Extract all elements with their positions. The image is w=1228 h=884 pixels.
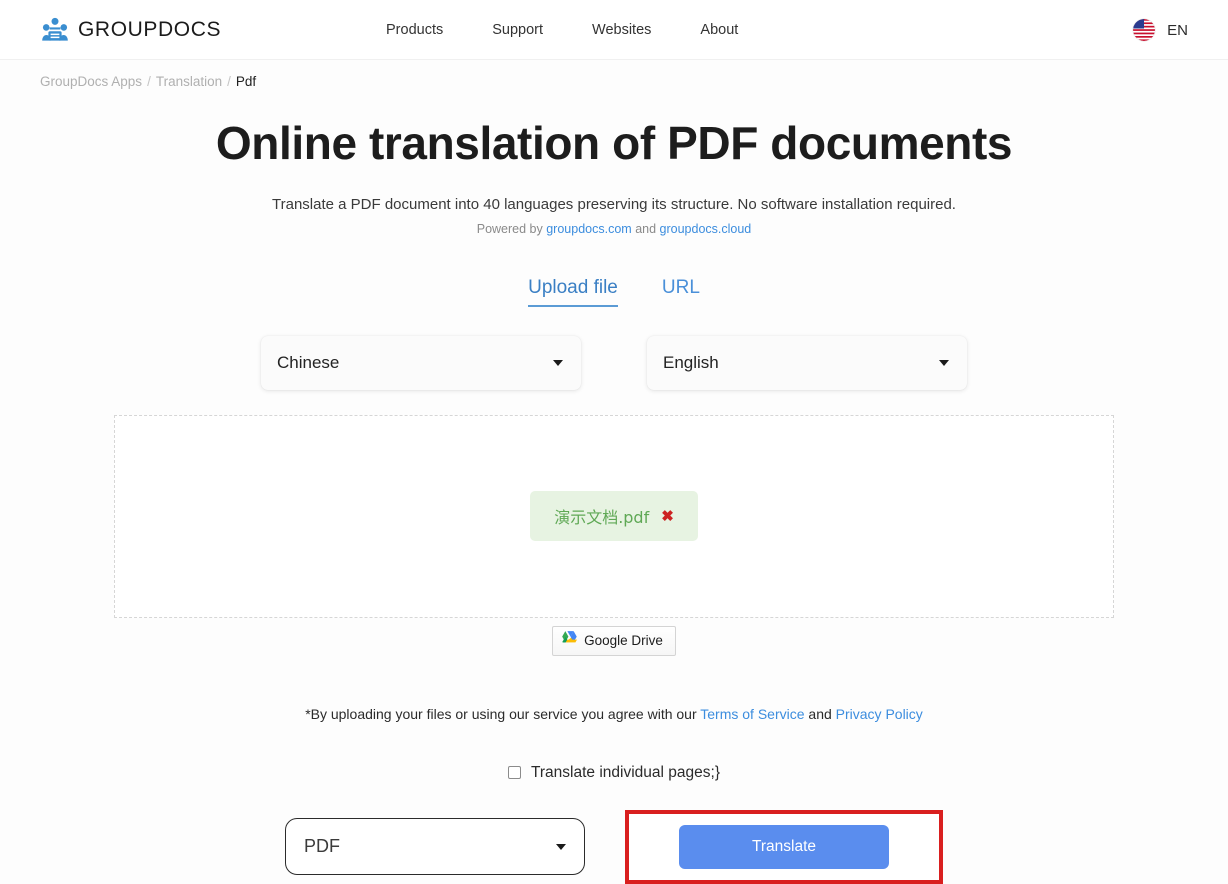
page-subtitle: Translate a PDF document into 40 languag… (272, 195, 956, 213)
link-terms-of-service[interactable]: Terms of Service (700, 706, 804, 722)
translate-button[interactable]: Translate (679, 824, 889, 869)
chevron-down-icon (556, 843, 566, 850)
brand-logo[interactable]: GROUPDOCS (41, 16, 221, 44)
language-code: EN (1167, 21, 1188, 39)
tab-url[interactable]: URL (662, 277, 700, 307)
group-people-icon (41, 16, 69, 44)
brand-name: GROUPDOCS (78, 17, 222, 41)
hero-section: Online translation of PDF documents Tran… (0, 117, 1228, 236)
breadcrumb-item-pdf: Pdf (235, 74, 257, 89)
individual-pages-label[interactable]: Translate individual pages;} (531, 764, 720, 782)
chevron-down-icon (553, 359, 563, 366)
output-format-select[interactable]: PDF (285, 818, 585, 876)
output-format-value: PDF (304, 836, 340, 857)
link-privacy-policy[interactable]: Privacy Policy (836, 706, 923, 722)
google-drive-row: Google Drive (0, 625, 1228, 656)
breadcrumb-item-translation[interactable]: Translation (156, 74, 222, 89)
breadcrumb: GroupDocs Apps / Translation / Pdf (40, 74, 1228, 89)
source-tabs: Upload file URL (0, 277, 1228, 307)
us-flag-icon (1133, 19, 1156, 41)
terms-prefix: *By uploading your files or using our se… (305, 705, 697, 722)
site-header: GROUPDOCS Products Support Websites Abou… (0, 0, 1228, 60)
terms-notice: *By uploading your files or using our se… (0, 706, 1228, 722)
google-drive-label: Google Drive (584, 633, 663, 649)
uploaded-file-name: 演示文档.pdf (554, 508, 650, 528)
remove-file-icon[interactable]: ✖ (661, 509, 674, 524)
source-language-value: Chinese (277, 352, 340, 372)
breadcrumb-item-groupdocs-apps[interactable]: GroupDocs Apps (40, 74, 142, 89)
nav-item-websites[interactable]: Websites (592, 22, 651, 38)
target-language-select[interactable]: English (647, 335, 967, 390)
breadcrumb-separator: / (227, 74, 231, 89)
target-language-value: English (663, 352, 719, 372)
link-groupdocs-cloud[interactable]: groupdocs.cloud (660, 222, 752, 236)
nav-item-support[interactable]: Support (492, 22, 543, 38)
link-groupdocs-com[interactable]: groupdocs.com (546, 222, 631, 236)
language-switcher[interactable]: EN (1133, 0, 1188, 60)
file-dropzone[interactable]: 演示文档.pdf ✖ (114, 414, 1114, 618)
powered-by-text: Powered by groupdocs.com and groupdocs.c… (0, 222, 1228, 236)
powered-by-conjunction: and (635, 221, 657, 236)
individual-pages-option: Translate individual pages;} (0, 764, 1228, 782)
source-language-select[interactable]: Chinese (261, 335, 581, 390)
breadcrumb-separator: / (147, 74, 151, 89)
powered-by-prefix: Powered by (476, 221, 543, 236)
nav-item-products[interactable]: Products (386, 22, 443, 38)
individual-pages-checkbox[interactable] (508, 766, 521, 780)
page-title: Online translation of PDF documents (215, 117, 1013, 169)
nav-item-about[interactable]: About (700, 22, 738, 38)
google-drive-icon (561, 630, 580, 652)
tab-upload-file[interactable]: Upload file (528, 277, 618, 307)
language-select-row: Chinese English (0, 335, 1228, 390)
chevron-down-icon (939, 359, 949, 366)
action-row: PDF Translate (0, 809, 1228, 884)
terms-conjunction: and (808, 705, 832, 722)
main-navigation: Products Support Websites About (386, 0, 738, 60)
translate-highlight-box: Translate (625, 809, 943, 884)
uploaded-file-chip: 演示文档.pdf ✖ (530, 491, 698, 542)
google-drive-button[interactable]: Google Drive (552, 625, 676, 656)
